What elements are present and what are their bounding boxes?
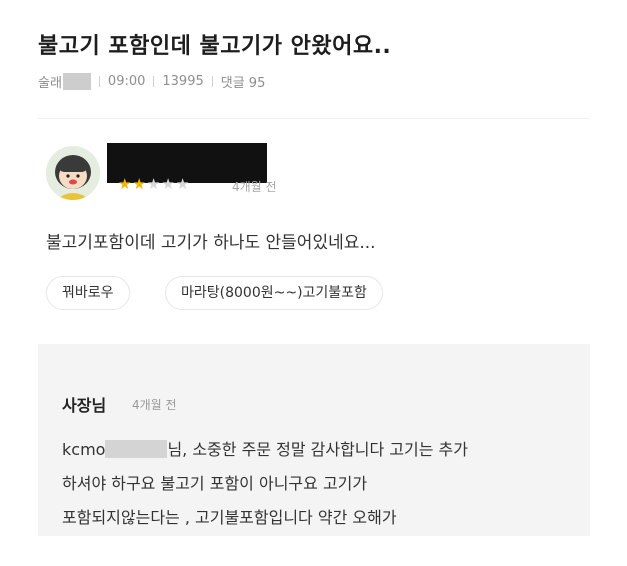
star-icon: ★ xyxy=(161,175,176,193)
post-title: 불고기 포함인데 불고기가 안왔어요.. xyxy=(38,34,392,59)
avatar[interactable] xyxy=(46,146,100,200)
menu-tag[interactable]: 꿔바로우 xyxy=(46,276,130,310)
divider xyxy=(98,76,100,87)
star-icon: ★ xyxy=(175,175,191,193)
star-icon: ★ xyxy=(146,175,162,193)
view-count: 13995 xyxy=(162,74,204,89)
reply-author: 사장님 xyxy=(62,396,107,415)
author-redacted xyxy=(62,73,91,90)
reply-date: 4개월 전 xyxy=(132,398,177,412)
customer-name-redacted xyxy=(105,440,168,458)
post-meta: 술래 09:00 13995 댓글 95 xyxy=(38,72,265,91)
post-time: 09:00 xyxy=(107,74,146,89)
comment-count[interactable]: 댓글 95 xyxy=(221,72,266,91)
star-icon: ★ xyxy=(132,175,147,193)
avatar-character-icon xyxy=(46,146,100,200)
review-date: 4개월 전 xyxy=(232,180,277,194)
star-rating: ★★★★★ xyxy=(118,175,190,193)
author-name: 술래 xyxy=(38,76,62,91)
reply-line: 포함되지않는다는 , 고기불포함입니다 약간 오해가 xyxy=(62,508,397,527)
reply-line: kcmo 님, 소중한 주문 정말 감사합니다 고기는 추가 xyxy=(62,436,468,460)
divider xyxy=(211,76,213,87)
reply-customer-name: kcmo xyxy=(62,440,106,459)
review-text: 불고기포함이데 고기가 하나도 안들어있네요... xyxy=(46,233,376,253)
menu-tag[interactable]: 마라탕(8000원~~)고기불포함 xyxy=(165,276,383,310)
reply-line: 하셔야 하구요 불고기 포함이 아니구요 고기가 xyxy=(62,474,368,493)
star-icon: ★ xyxy=(118,175,133,193)
divider xyxy=(153,76,155,87)
reply-text: 님, 소중한 주문 정말 감사합니다 고기는 추가 xyxy=(167,440,468,459)
